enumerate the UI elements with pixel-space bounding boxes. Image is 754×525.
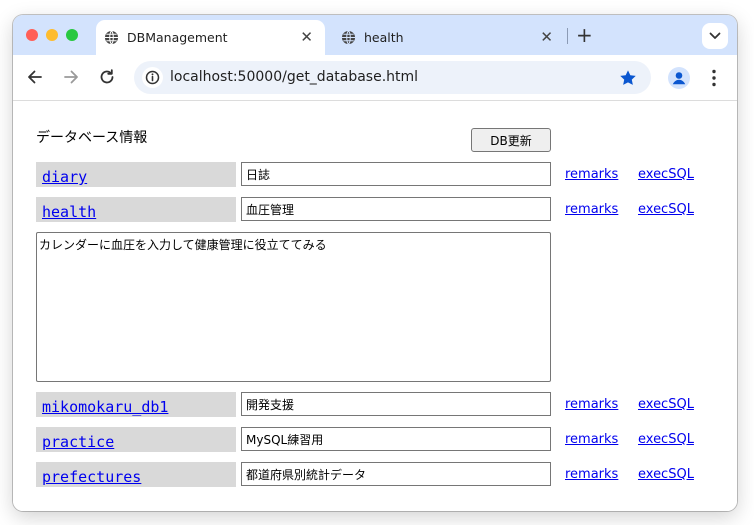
reload-icon[interactable] [98,68,116,86]
tab-search-button[interactable] [702,23,728,49]
more-vert-icon[interactable] [707,68,721,88]
db-name-cell: practice [36,427,236,452]
tab-title: DBManagement [127,30,228,45]
exec-sql-link[interactable]: execSQL [638,167,694,182]
db-name-link[interactable]: mikomokaru_db1 [42,398,168,416]
db-name-link[interactable]: prefectures [42,468,141,486]
db-name-cell: prefectures [36,462,236,487]
remarks-link[interactable]: remarks [565,202,618,217]
bookmark-star-icon[interactable] [619,69,637,87]
browser-window: DBManagement ✕ health ✕ + localhost:5000… [13,15,737,511]
db-row-health: health 血圧管理 remarks execSQL [36,197,716,222]
db-row-diary: diary 日誌 remarks execSQL [36,162,716,187]
db-description-field[interactable]: 血圧管理 [241,197,551,221]
db-name-cell: health [36,197,236,222]
exec-sql-link[interactable]: execSQL [638,202,694,217]
zoom-window-button[interactable] [66,29,78,41]
db-description-field[interactable]: 開発支援 [241,392,551,416]
db-update-button[interactable]: DB更新 [471,128,551,152]
tab-separator [567,28,568,44]
db-name-cell: diary [36,162,236,187]
db-description-field[interactable]: 都道府県別統計データ [241,462,551,486]
forward-arrow-icon[interactable] [62,68,80,86]
new-tab-button[interactable]: + [576,24,593,46]
db-description-field[interactable]: MySQL練習用 [241,427,551,451]
remarks-link[interactable]: remarks [565,167,618,182]
remarks-textarea[interactable]: カレンダーに血圧を入力して健康管理に役立ててみる [36,232,551,382]
tab-strip: DBManagement ✕ health ✕ + [13,15,737,55]
minimize-window-button[interactable] [46,29,58,41]
db-row-practice: practice MySQL練習用 remarks execSQL [36,427,716,452]
browser-toolbar: localhost:50000/get_database.html [13,55,737,101]
globe-icon [104,30,119,45]
tab-title: health [364,30,404,45]
back-arrow-icon[interactable] [26,68,44,86]
exec-sql-link[interactable]: execSQL [638,432,694,447]
url-text: localhost:50000/get_database.html [170,69,419,85]
site-info-icon[interactable] [142,67,163,88]
profile-avatar-icon[interactable] [668,67,690,89]
remarks-link[interactable]: remarks [565,467,618,482]
remarks-link[interactable]: remarks [565,397,618,412]
tab-health[interactable]: health ✕ [333,20,565,55]
chevron-down-icon [709,32,721,39]
tab-close-icon[interactable]: ✕ [300,28,313,46]
db-name-cell: mikomokaru_db1 [36,392,236,417]
address-bar[interactable]: localhost:50000/get_database.html [134,61,651,94]
exec-sql-link[interactable]: execSQL [638,397,694,412]
exec-sql-link[interactable]: execSQL [638,467,694,482]
globe-icon [341,30,356,45]
db-row-mikomokaru-db1: mikomokaru_db1 開発支援 remarks execSQL [36,392,716,417]
page-title: データベース情報 [36,130,148,146]
page-content: データベース情報 DB更新 diary 日誌 remarks execSQL h… [13,102,737,511]
db-row-prefectures: prefectures 都道府県別統計データ remarks execSQL [36,462,716,487]
tab-dbmanagement[interactable]: DBManagement ✕ [96,20,325,55]
close-window-button[interactable] [26,29,38,41]
db-name-link[interactable]: diary [42,168,87,186]
remarks-link[interactable]: remarks [565,432,618,447]
db-name-link[interactable]: health [42,203,96,221]
tab-close-icon[interactable]: ✕ [540,28,553,46]
db-name-link[interactable]: practice [42,433,114,451]
db-description-field[interactable]: 日誌 [241,162,551,186]
